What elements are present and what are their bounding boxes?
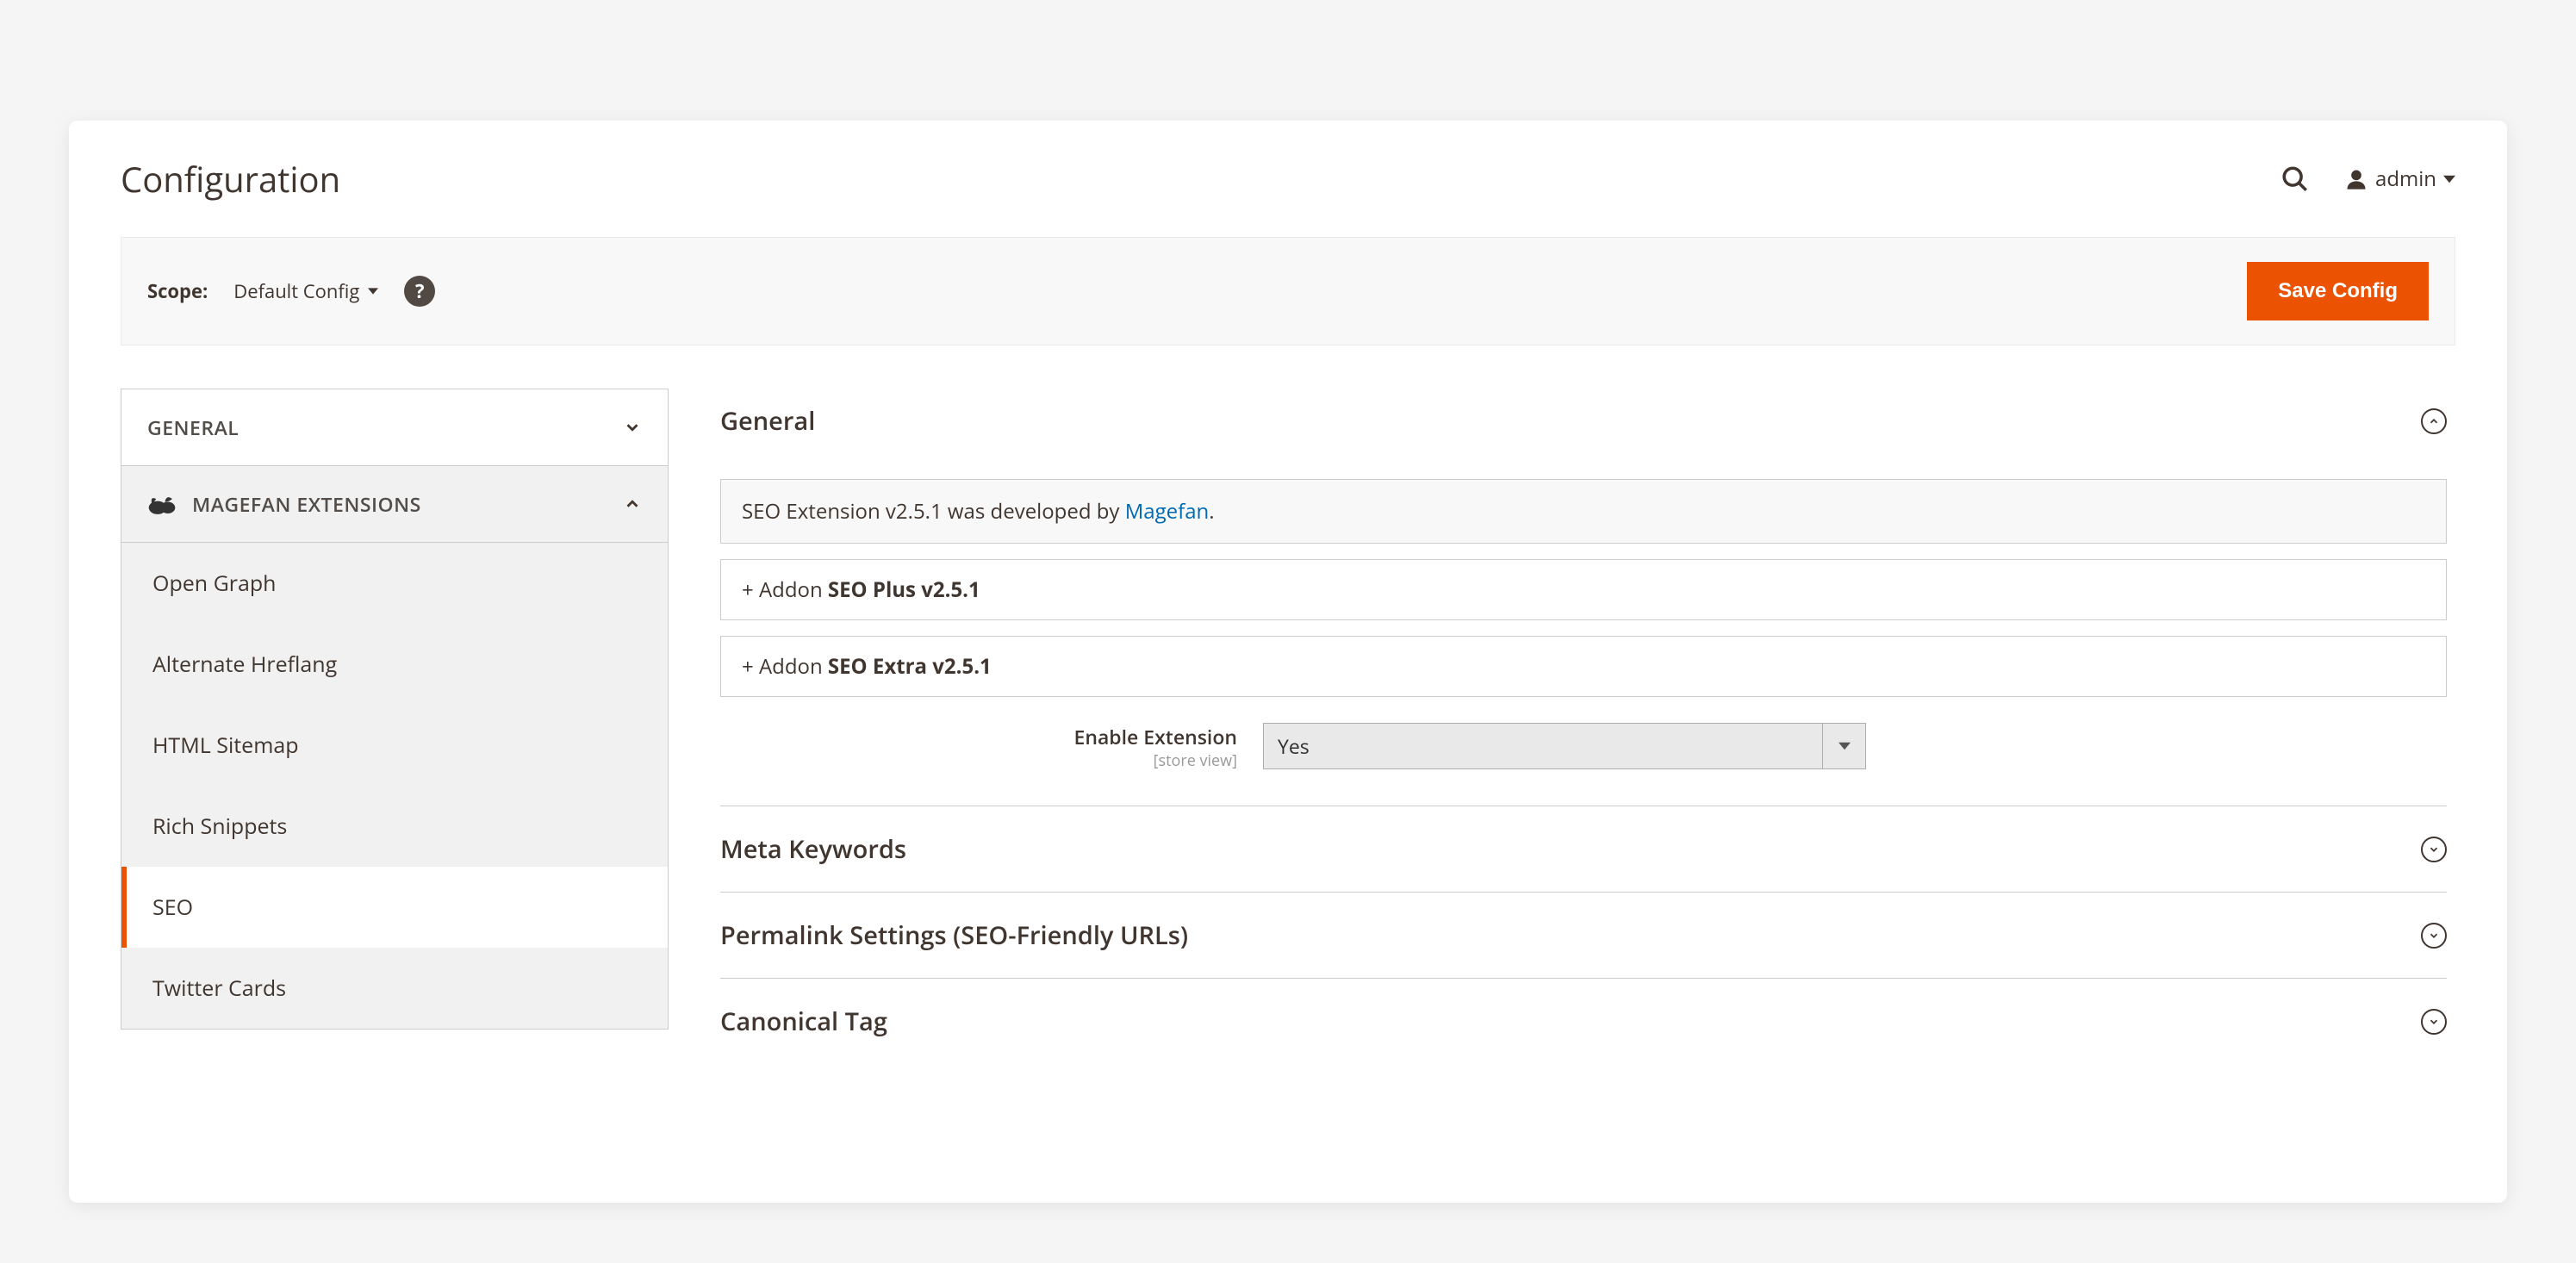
scope-label: Scope:: [147, 278, 208, 304]
chevron-down-icon: [2421, 837, 2447, 862]
user-name: admin: [2375, 165, 2436, 193]
scope-select[interactable]: Default Config: [233, 278, 378, 304]
section-title: Permalink Settings (SEO-Friendly URLs): [720, 918, 1188, 952]
section-permalink-settings[interactable]: Permalink Settings (SEO-Friendly URLs): [720, 893, 2447, 979]
section-general-body: SEO Extension v2.5.1 was developed by Ma…: [720, 479, 2447, 771]
chevron-up-icon: [2421, 408, 2447, 434]
extension-info: SEO Extension v2.5.1 was developed by Ma…: [720, 479, 2447, 544]
config-sidebar: GENERAL MAGEFAN EXTENSIONS: [121, 389, 669, 1121]
sidebar-item-html-sitemap[interactable]: HTML Sitemap: [121, 705, 668, 786]
sidebar-item-open-graph[interactable]: Open Graph: [121, 543, 668, 624]
sidebar-tab-general[interactable]: GENERAL: [121, 389, 669, 465]
section-title: Canonical Tag: [720, 1005, 887, 1038]
scope-left: Scope: Default Config ?: [147, 276, 435, 307]
addon-prefix: + Addon: [742, 576, 828, 604]
content: GENERAL MAGEFAN EXTENSIONS: [121, 389, 2455, 1121]
caret-down-icon: [2443, 173, 2455, 185]
info-suffix: .: [1209, 497, 1214, 526]
sidebar-tab-magefan[interactable]: MAGEFAN EXTENSIONS: [121, 465, 669, 543]
caret-down-icon: [1822, 724, 1865, 768]
sidebar-submenu: Open Graph Alternate Hreflang HTML Sitem…: [121, 543, 669, 1030]
section-title: General: [720, 404, 815, 438]
field-label-wrap: Enable Extension [store view]: [720, 723, 1237, 771]
search-button[interactable]: [2280, 165, 2310, 194]
user-icon: [2344, 167, 2368, 191]
section-title: Meta Keywords: [720, 832, 906, 866]
field-enable-extension: Enable Extension [store view] Yes: [720, 723, 2447, 771]
select-value: Yes: [1264, 724, 1822, 768]
section-canonical-tag[interactable]: Canonical Tag: [720, 979, 2447, 1064]
addon-prefix: + Addon: [742, 652, 828, 681]
chevron-down-icon: [623, 418, 642, 437]
header-actions: admin: [2280, 165, 2455, 194]
config-main: General SEO Extension v2.5.1 was develop…: [720, 389, 2455, 1121]
scope-bar: Scope: Default Config ? Save Config: [121, 237, 2455, 345]
sidebar-item-seo[interactable]: SEO: [121, 867, 668, 948]
section-meta-keywords[interactable]: Meta Keywords: [720, 806, 2447, 893]
addon-seo-extra[interactable]: + Addon SEO Extra v2.5.1: [720, 636, 2447, 697]
info-text: SEO Extension v2.5.1 was developed by: [742, 497, 1125, 526]
magefan-link[interactable]: Magefan: [1125, 497, 1210, 526]
addon-name: SEO Plus v2.5.1: [828, 576, 980, 604]
page-title: Configuration: [121, 155, 340, 202]
enable-extension-select[interactable]: Yes: [1263, 723, 1866, 769]
sidebar-item-twitter-cards[interactable]: Twitter Cards: [121, 948, 668, 1029]
help-icon[interactable]: ?: [404, 276, 435, 307]
chevron-down-icon: [2421, 923, 2447, 949]
caret-down-icon: [368, 286, 378, 296]
search-icon: [2280, 165, 2310, 194]
magefan-icon: [147, 493, 177, 515]
page-header: Configuration admin: [121, 155, 2455, 202]
config-panel: Configuration admin: [69, 121, 2507, 1203]
sidebar-tab-label: GENERAL: [147, 414, 239, 441]
scope-value: Default Config: [233, 278, 359, 304]
addon-name: SEO Extra v2.5.1: [828, 652, 992, 681]
field-scope: [store view]: [720, 750, 1237, 771]
section-general-header[interactable]: General: [720, 389, 2447, 453]
addon-seo-plus[interactable]: + Addon SEO Plus v2.5.1: [720, 559, 2447, 620]
chevron-down-icon: [2421, 1009, 2447, 1035]
save-config-button[interactable]: Save Config: [2247, 262, 2429, 320]
user-menu[interactable]: admin: [2344, 165, 2455, 193]
sidebar-item-rich-snippets[interactable]: Rich Snippets: [121, 786, 668, 867]
sidebar-item-alternate-hreflang[interactable]: Alternate Hreflang: [121, 624, 668, 705]
field-label: Enable Extension: [1074, 723, 1237, 750]
chevron-up-icon: [623, 495, 642, 513]
sidebar-tab-label: MAGEFAN EXTENSIONS: [192, 490, 421, 518]
